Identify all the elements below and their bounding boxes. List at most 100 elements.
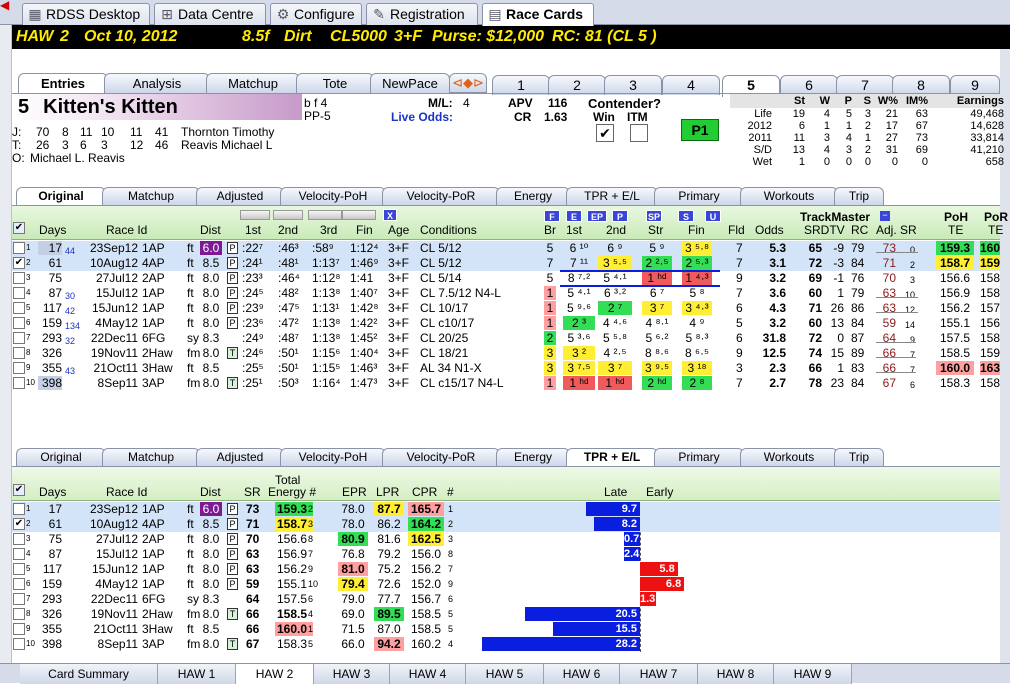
grid2-tab-velocity-por[interactable]: Velocity-PoR [382, 448, 500, 466]
horse-tab-8[interactable]: 8 [892, 75, 950, 95]
grid2-tab-trip[interactable]: Trip [834, 448, 884, 466]
horse-tab-9[interactable]: 9 [950, 75, 1000, 95]
grid1-header-c1: 1st [566, 223, 583, 237]
filter-button-u[interactable]: U [705, 210, 721, 222]
lpr-value: 87.7 [374, 502, 404, 516]
grid2-tab-primary[interactable]: Primary [654, 448, 744, 466]
grid2-tab-matchup[interactable]: Matchup [102, 448, 200, 466]
horse-tab-7[interactable]: 7 [836, 75, 894, 95]
row-checkbox[interactable] [13, 608, 25, 620]
back-arrow-icon[interactable]: ◀ [0, 0, 12, 12]
grid2-tab-adjusted[interactable]: Adjusted [196, 448, 284, 466]
collapse-icon[interactable]: − [880, 211, 890, 221]
horse-tab-2[interactable]: 2 [548, 75, 606, 95]
fraction-2nd: :46³ [278, 241, 299, 255]
ml-label: M/L: [428, 96, 453, 110]
stats-value: 69 [915, 144, 928, 156]
horse-tab-6[interactable]: 6 [780, 75, 838, 95]
filter-button-f[interactable]: F [544, 210, 560, 222]
grid1-tab-matchup[interactable]: Matchup [102, 187, 200, 205]
row-checkbox[interactable] [13, 332, 25, 344]
view-tab-matchup[interactable]: Matchup [206, 73, 300, 93]
app-tab-rdss-desktop[interactable]: ▦ RDSS Desktop [22, 3, 150, 25]
fraction-toggle-button[interactable] [308, 210, 342, 220]
grid2-tab-tpr-e-l[interactable]: TPR + E/L [566, 448, 658, 466]
row-checkbox[interactable] [13, 533, 25, 545]
filter-button-s[interactable]: S [678, 210, 694, 222]
race-tab-haw-2[interactable]: HAW 2 [236, 664, 314, 684]
row-checkbox[interactable] [13, 347, 25, 359]
app-tab-registration[interactable]: ✎ Registration [366, 3, 478, 25]
race-tab-haw-3[interactable]: HAW 3 [314, 664, 390, 684]
race-tab-haw-6[interactable]: HAW 6 [544, 664, 620, 684]
app-tab-data-centre[interactable]: ⊞ Data Centre [154, 3, 266, 25]
race-tab-haw-7[interactable]: HAW 7 [620, 664, 698, 684]
grid1-tab-workouts[interactable]: Workouts [740, 187, 838, 205]
row-checkbox[interactable] [13, 302, 25, 314]
view-tab-tote[interactable]: Tote [296, 73, 374, 93]
grid1-select-all-checkbox[interactable]: ✔ [13, 222, 25, 234]
row-checkbox[interactable] [13, 503, 25, 515]
fraction-toggle-button[interactable] [342, 210, 376, 220]
fraction-toggle-button[interactable] [240, 210, 270, 220]
filter-button-ep[interactable]: EP [587, 210, 607, 222]
pace-icon[interactable]: ⊲◆⊳ [449, 73, 487, 93]
app-tab-configure[interactable]: ⚙ Configure [270, 3, 362, 25]
grid1-tab-velocity-poh[interactable]: Velocity-PoH [280, 187, 386, 205]
win-checkbox[interactable]: ✔ [596, 124, 614, 142]
horse-tab-1[interactable]: 1 [492, 75, 550, 95]
grid1-tab-trip[interactable]: Trip [834, 187, 884, 205]
row-checkbox[interactable] [13, 272, 25, 284]
row-checkbox[interactable] [13, 563, 25, 575]
fraction-3rd: 1:13¹ [312, 301, 340, 315]
conditions-value: CL 5/12 [420, 256, 462, 270]
adj-sr-value: 71 [882, 256, 896, 270]
race-tab-haw-4[interactable]: HAW 4 [390, 664, 466, 684]
race-tab-haw-8[interactable]: HAW 8 [698, 664, 774, 684]
fraction-toggle-button[interactable] [273, 210, 303, 220]
grid1-tab-tpr-e-l[interactable]: TPR + E/L [566, 187, 658, 205]
grid2-select-all-checkbox[interactable]: ✔ [13, 484, 25, 496]
race-tab-haw-1[interactable]: HAW 1 [158, 664, 236, 684]
row-checkbox[interactable] [13, 242, 25, 254]
row-checkbox[interactable] [13, 638, 25, 650]
grid1-tab-original[interactable]: Original [16, 187, 106, 205]
app-tab-label: Registration [390, 6, 465, 22]
row-checkbox[interactable]: ✔ [13, 518, 25, 530]
grid2-tab-velocity-poh[interactable]: Velocity-PoH [280, 448, 386, 466]
view-tab-entries[interactable]: Entries [18, 73, 108, 95]
filter-button-e[interactable]: E [566, 210, 582, 222]
p1-button[interactable]: P1 [681, 119, 719, 141]
row-checkbox[interactable]: ✔ [13, 257, 25, 269]
grid1-tab-velocity-por[interactable]: Velocity-PoR [382, 187, 500, 205]
grid2-tab-workouts[interactable]: Workouts [740, 448, 838, 466]
filter-button-p[interactable]: P [612, 210, 628, 222]
grid2-tab-energy[interactable]: Energy [496, 448, 570, 466]
grid2-tab-original[interactable]: Original [16, 448, 106, 466]
row-checkbox[interactable] [13, 548, 25, 560]
row-checkbox[interactable] [13, 578, 25, 590]
row-checkbox[interactable] [13, 377, 25, 389]
view-tab-newpace[interactable]: NewPace [370, 73, 450, 93]
row-checkbox[interactable] [13, 623, 25, 635]
horse-number: 5 [18, 96, 30, 118]
energy-rank: 2 [308, 504, 314, 514]
app-tab-race-cards[interactable]: ▤ Race Cards [482, 3, 594, 26]
horse-name: Kitten's Kitten [43, 96, 178, 118]
row-checkbox[interactable] [13, 287, 25, 299]
filter-button-sp[interactable]: SP [646, 210, 662, 222]
grid1-tab-adjusted[interactable]: Adjusted [196, 187, 284, 205]
horse-tab-3[interactable]: 3 [604, 75, 662, 95]
row-checkbox[interactable] [13, 317, 25, 329]
filter-x-button[interactable]: X [383, 209, 397, 221]
race-tab-haw-9[interactable]: HAW 9 [774, 664, 852, 684]
view-tab-analysis[interactable]: Analysis [104, 73, 210, 93]
grid1-tab-energy[interactable]: Energy [496, 187, 570, 205]
grid1-tab-primary[interactable]: Primary [654, 187, 744, 205]
race-tab-haw-5[interactable]: HAW 5 [466, 664, 544, 684]
horse-tab-4[interactable]: 4 [662, 75, 720, 95]
row-checkbox[interactable] [13, 593, 25, 605]
row-checkbox[interactable] [13, 362, 25, 374]
itm-checkbox[interactable] [630, 124, 648, 142]
race-tab-card-summary[interactable]: Card Summary [20, 664, 158, 684]
